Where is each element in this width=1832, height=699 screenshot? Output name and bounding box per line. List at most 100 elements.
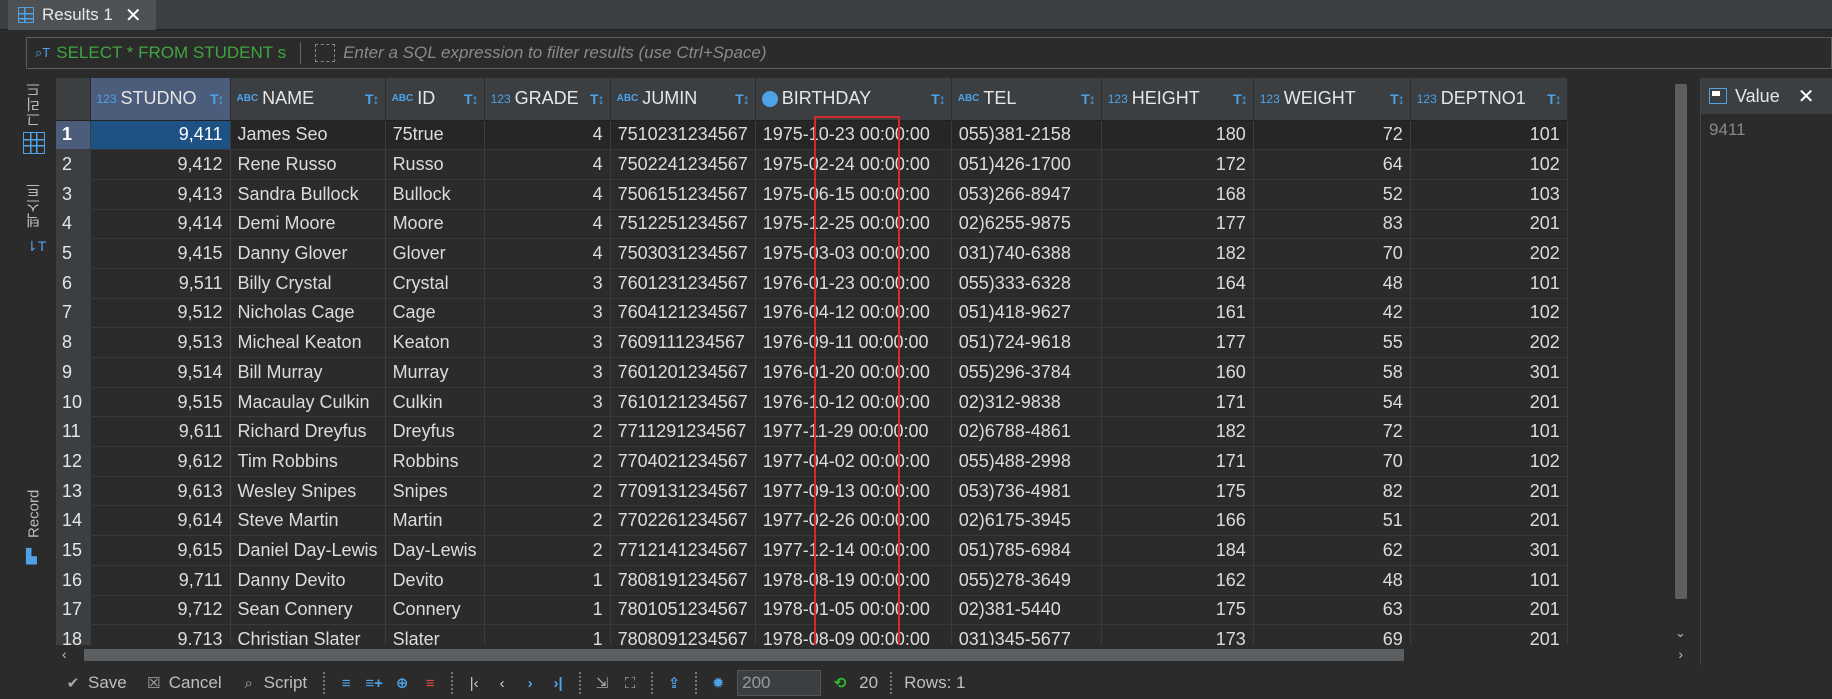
cell-id[interactable]: Culkin bbox=[385, 387, 485, 418]
column-header-deptno1[interactable]: 123 DEPTNO1 T↕ bbox=[1410, 78, 1568, 121]
cell-deptno1[interactable]: 102 bbox=[1410, 446, 1568, 477]
row-number[interactable]: 8 bbox=[56, 327, 91, 358]
cell-jumin[interactable]: 7601201234567 bbox=[610, 357, 756, 388]
cell-jumin[interactable]: 7609111234567 bbox=[610, 327, 756, 358]
cell-name[interactable]: Daniel Day-Lewis bbox=[230, 535, 386, 566]
cell-deptno1[interactable]: 102 bbox=[1410, 298, 1568, 329]
cell-name[interactable]: Macaulay Culkin bbox=[230, 387, 386, 418]
cell-birthday[interactable]: 1976-01-20 00:00:00 bbox=[755, 357, 952, 388]
cell-id[interactable]: Dreyfus bbox=[385, 416, 485, 448]
row-number[interactable]: 9 bbox=[56, 357, 91, 388]
row-number[interactable]: 15 bbox=[56, 535, 91, 566]
cell-id[interactable]: 75true bbox=[385, 120, 485, 151]
cell-tel[interactable]: 02)6175-3945 bbox=[951, 505, 1102, 537]
last-page-icon[interactable]: ›| bbox=[549, 674, 567, 692]
table-row[interactable]: 11 9,611 Richard Dreyfus Dreyfus 2 7711291234… bbox=[56, 416, 1568, 448]
cell-height[interactable]: 182 bbox=[1101, 416, 1254, 448]
cell-id[interactable]: Murray bbox=[385, 357, 485, 388]
cell-weight[interactable]: 51 bbox=[1253, 505, 1411, 537]
table-row[interactable]: 7 9,512 Nicholas Cage Cage 3 7604121234567 197… bbox=[56, 298, 1568, 329]
row-number[interactable]: 2 bbox=[56, 149, 91, 180]
cell-deptno1[interactable]: 201 bbox=[1410, 209, 1568, 240]
cell-weight[interactable]: 70 bbox=[1253, 238, 1411, 269]
cell-weight[interactable]: 64 bbox=[1253, 149, 1411, 180]
text-mode-tab[interactable]: 텍스트 bbox=[20, 176, 48, 236]
table-row[interactable]: 6 9,511 Billy Crystal Crystal 3 7601231234567… bbox=[56, 268, 1568, 299]
cell-weight[interactable]: 72 bbox=[1253, 416, 1411, 448]
cell-id[interactable]: Slater bbox=[385, 624, 485, 645]
cell-tel[interactable]: 055)488-2998 bbox=[951, 446, 1102, 477]
cell-tel[interactable]: 02)312-9838 bbox=[951, 387, 1102, 418]
cell-studno[interactable]: 9,414 bbox=[90, 209, 231, 240]
table-row[interactable]: 15 9,615 Daniel Day-Lewis Day-Lewis 2 7712141… bbox=[56, 535, 1568, 566]
cell-jumin[interactable]: 7712141234567 bbox=[610, 535, 756, 566]
cell-grade[interactable]: 2 bbox=[484, 535, 611, 566]
table-row[interactable]: 16 9,711 Danny Devito Devito 1 7808191234567 1… bbox=[56, 565, 1568, 596]
cell-height[interactable]: 177 bbox=[1101, 209, 1254, 240]
cell-name[interactable]: Rene Russo bbox=[230, 149, 386, 180]
cell-jumin[interactable]: 7512251234567 bbox=[610, 209, 756, 240]
cell-jumin[interactable]: 7702261234567 bbox=[610, 505, 756, 537]
cell-tel[interactable]: 031)345-5677 bbox=[951, 624, 1102, 645]
cell-name[interactable]: Danny Devito bbox=[230, 565, 386, 596]
cell-birthday[interactable]: 1976-01-23 00:00:00 bbox=[755, 268, 952, 299]
sort-filter-icon[interactable]: T↕ bbox=[931, 91, 946, 107]
next-icon[interactable]: › bbox=[521, 674, 539, 692]
vertical-scrollbar[interactable]: ⌄ bbox=[1671, 78, 1691, 645]
cell-tel[interactable]: 055)278-3649 bbox=[951, 565, 1102, 596]
cell-deptno1[interactable]: 101 bbox=[1410, 268, 1568, 299]
cell-birthday[interactable]: 1976-10-12 00:00:00 bbox=[755, 387, 952, 418]
cell-grade[interactable]: 4 bbox=[484, 238, 611, 269]
sort-filter-icon[interactable]: T↕ bbox=[210, 91, 225, 107]
column-header-grade[interactable]: 123 GRADE T↕ bbox=[484, 78, 611, 121]
cell-grade[interactable]: 4 bbox=[484, 120, 611, 151]
cell-name[interactable]: James Seo bbox=[230, 120, 386, 151]
cell-tel[interactable]: 051)426-1700 bbox=[951, 149, 1102, 180]
cell-birthday[interactable]: 1977-04-02 00:00:00 bbox=[755, 446, 952, 477]
cell-deptno1[interactable]: 101 bbox=[1410, 120, 1568, 151]
record-view-icon[interactable]: ▙ bbox=[26, 548, 37, 565]
cell-studno[interactable]: 9,515 bbox=[90, 387, 231, 418]
cell-height[interactable]: 173 bbox=[1101, 624, 1254, 645]
table-row[interactable]: 5 9,415 Danny Glover Glover 4 7503031234567 19… bbox=[56, 238, 1568, 269]
copy-row-icon[interactable]: ⊕ bbox=[393, 674, 411, 692]
cell-grade[interactable]: 2 bbox=[484, 476, 611, 507]
cell-jumin[interactable]: 7801051234567 bbox=[610, 595, 756, 626]
cell-studno[interactable]: 9,613 bbox=[90, 476, 231, 507]
cell-name[interactable]: Nicholas Cage bbox=[230, 298, 386, 329]
table-row[interactable]: 13 9,613 Wesley Snipes Snipes 2 7709131234567… bbox=[56, 476, 1568, 507]
cell-weight[interactable]: 48 bbox=[1253, 565, 1411, 596]
cell-weight[interactable]: 52 bbox=[1253, 179, 1411, 210]
cell-height[interactable]: 182 bbox=[1101, 238, 1254, 269]
cell-deptno1[interactable]: 101 bbox=[1410, 416, 1568, 448]
cell-studno[interactable]: 9,511 bbox=[90, 268, 231, 299]
sort-filter-icon[interactable]: T↕ bbox=[1390, 91, 1405, 107]
scroll-thumb[interactable] bbox=[1675, 84, 1687, 599]
cell-height[interactable]: 161 bbox=[1101, 298, 1254, 329]
cell-deptno1[interactable]: 201 bbox=[1410, 476, 1568, 507]
cell-height[interactable]: 172 bbox=[1101, 149, 1254, 180]
cell-jumin[interactable]: 7808191234567 bbox=[610, 565, 756, 596]
cell-birthday[interactable]: 1975-12-25 00:00:00 bbox=[755, 209, 952, 240]
cell-studno[interactable]: 9,713 bbox=[90, 624, 231, 645]
edit-row-icon[interactable]: ≡ bbox=[337, 674, 355, 692]
cell-tel[interactable]: 02)6255-9875 bbox=[951, 209, 1102, 240]
cell-id[interactable]: Day-Lewis bbox=[385, 535, 485, 566]
cell-weight[interactable]: 83 bbox=[1253, 209, 1411, 240]
cell-tel[interactable]: 055)296-3784 bbox=[951, 357, 1102, 388]
fit-icon[interactable]: ⛶ bbox=[621, 674, 639, 692]
cell-deptno1[interactable]: 201 bbox=[1410, 595, 1568, 626]
cell-id[interactable]: Keaton bbox=[385, 327, 485, 358]
row-number[interactable]: 10 bbox=[56, 387, 91, 418]
cell-deptno1[interactable]: 202 bbox=[1410, 238, 1568, 269]
cell-weight[interactable]: 63 bbox=[1253, 595, 1411, 626]
cell-deptno1[interactable]: 103 bbox=[1410, 179, 1568, 210]
cell-grade[interactable]: 3 bbox=[484, 298, 611, 329]
cell-grade[interactable]: 2 bbox=[484, 505, 611, 537]
row-number[interactable]: 14 bbox=[56, 505, 91, 537]
cell-grade[interactable]: 1 bbox=[484, 565, 611, 596]
cell-deptno1[interactable]: 201 bbox=[1410, 624, 1568, 645]
cell-weight[interactable]: 72 bbox=[1253, 120, 1411, 151]
table-row[interactable]: 18 9,713 Christian Slater Slater 1 7808091234… bbox=[56, 624, 1568, 645]
cell-grade[interactable]: 2 bbox=[484, 416, 611, 448]
